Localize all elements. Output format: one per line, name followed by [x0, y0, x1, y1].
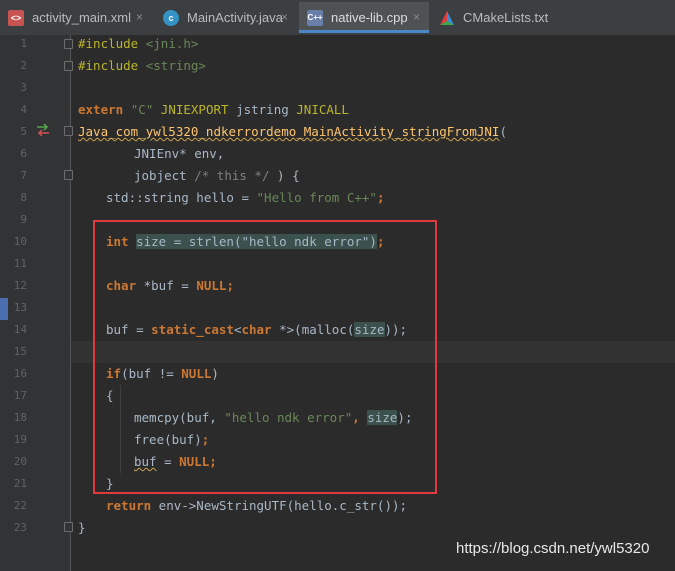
fold-marker-icon[interactable]: [64, 39, 73, 49]
code-text: std::string hello = "Hello from C++";: [106, 190, 385, 205]
xml-file-icon: <>: [8, 10, 24, 26]
cpp-file-icon: C++: [307, 10, 323, 26]
line-number: 12: [13, 279, 27, 292]
code-text: int size = strlen("hello ndk error");: [106, 234, 385, 249]
tab-label: MainActivity.java: [187, 10, 283, 25]
code-line: 1 #include <jni.h>: [0, 33, 604, 55]
line-number: 15: [13, 345, 27, 358]
tab-cmakelists-txt[interactable]: CMakeLists.txt: [431, 2, 581, 33]
line-number: 10: [13, 235, 27, 248]
code-text: {: [106, 388, 114, 403]
code-text: extern "C" JNIEXPORT jstring JNICALL: [78, 102, 349, 117]
line-number: 5: [20, 125, 27, 138]
code-text: char *buf = NULL;: [106, 278, 234, 293]
code-line: 11: [0, 253, 604, 275]
tab-label: native-lib.cpp: [331, 10, 408, 25]
line-number: 7: [20, 169, 27, 182]
code-line: 16 if(buf != NULL): [0, 363, 604, 385]
line-number: 21: [13, 477, 27, 490]
tab-native-lib-cpp[interactable]: C++ native-lib.cpp ×: [299, 2, 429, 33]
tab-main-activity-java[interactable]: c MainActivity.java ×: [155, 2, 297, 33]
code-line: 6 JNIEnv* env,: [0, 143, 604, 165]
line-number: 23: [13, 521, 27, 534]
line-number: 20: [13, 455, 27, 468]
code-line: 3: [0, 77, 604, 99]
code-line: 8 std::string hello = "Hello from C++";: [0, 187, 604, 209]
line-number: 1: [20, 37, 27, 50]
code-text: #include <string>: [78, 58, 206, 73]
code-text: buf = NULL;: [134, 454, 217, 469]
java-class-icon: c: [163, 10, 179, 26]
code-text: JNIEnv* env,: [134, 146, 225, 161]
code-line: 18 memcpy(buf, "hello ndk error", size);: [0, 407, 604, 429]
line-number: 22: [13, 499, 27, 512]
code-line: 20 buf = NULL;: [0, 451, 604, 473]
line-number: 4: [20, 103, 27, 116]
watermark: https://blog.csdn.net/ywl5320: [456, 540, 650, 557]
line-number: 13: [13, 301, 27, 314]
code-line: 19 free(buf);: [0, 429, 604, 451]
code-line: 15: [0, 341, 604, 363]
fold-marker-icon[interactable]: [64, 170, 73, 180]
tab-label: activity_main.xml: [32, 10, 131, 25]
code-line: 14 buf = static_cast<char *>(malloc(size…: [0, 319, 604, 341]
indent-guide: [120, 385, 121, 473]
line-number: 16: [13, 367, 27, 380]
code-line: 13: [0, 297, 604, 319]
line-number: 11: [13, 257, 27, 270]
fold-marker-icon[interactable]: [64, 126, 73, 136]
code-text: if(buf != NULL): [106, 366, 219, 381]
code-text: jobject /* this */ ) {: [134, 168, 300, 183]
code-line: 23 }: [0, 517, 604, 539]
code-line: 5 Java_com_ywl5320_ndkerrordemo_MainActi…: [0, 121, 604, 143]
close-icon[interactable]: ×: [281, 2, 288, 33]
close-icon[interactable]: ×: [413, 2, 420, 33]
code-text: buf = static_cast<char *>(malloc(size));: [106, 322, 408, 337]
code-line: 7 jobject /* this */ ) {: [0, 165, 604, 187]
line-number: 3: [20, 81, 27, 94]
navigate-related-icon[interactable]: [36, 122, 50, 137]
tab-activity-main-xml[interactable]: <> activity_main.xml ×: [0, 2, 153, 33]
cmake-file-icon: [439, 10, 455, 26]
code-line: 17 {: [0, 385, 604, 407]
tab-label: CMakeLists.txt: [463, 10, 549, 25]
code-line: 9: [0, 209, 604, 231]
code-text: return env->NewStringUTF(hello.c_str());: [106, 498, 408, 513]
line-number: 9: [20, 213, 27, 226]
line-number: 2: [20, 59, 27, 72]
code-line: 12 char *buf = NULL;: [0, 275, 604, 297]
line-number: 14: [13, 323, 27, 336]
line-number: 6: [20, 147, 27, 160]
line-number: 17: [13, 389, 27, 402]
editor-tab-bar: <> activity_main.xml × c MainActivity.ja…: [0, 0, 675, 36]
code-text: Java_com_ywl5320_ndkerrordemo_MainActivi…: [78, 124, 507, 139]
code-text: #include <jni.h>: [78, 36, 199, 51]
code-text: }: [106, 476, 114, 491]
code-line: 21 }: [0, 473, 604, 495]
code-text: memcpy(buf, "hello ndk error", size);: [134, 410, 413, 425]
code-line: 10 int size = strlen("hello ndk error");: [0, 231, 604, 253]
code-line: 2 #include <string>: [0, 55, 604, 77]
fold-marker-icon[interactable]: [64, 61, 73, 71]
line-number: 19: [13, 433, 27, 446]
line-number: 8: [20, 191, 27, 204]
code-text: free(buf);: [134, 432, 210, 447]
code-line: 4 extern "C" JNIEXPORT jstring JNICALL: [0, 99, 604, 121]
line-number: 18: [13, 411, 27, 424]
fold-marker-icon[interactable]: [64, 522, 73, 532]
close-icon[interactable]: ×: [136, 2, 143, 33]
code-line: 22 return env->NewStringUTF(hello.c_str(…: [0, 495, 604, 517]
code-text: }: [78, 520, 86, 535]
